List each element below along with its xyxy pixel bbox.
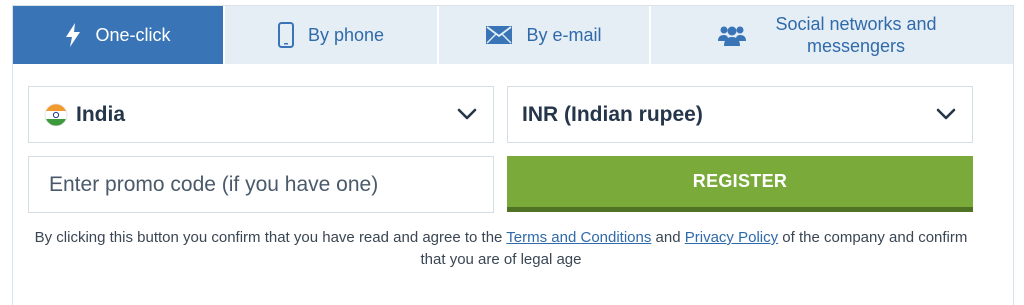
chevron-down-icon bbox=[936, 107, 956, 121]
india-flag-icon bbox=[44, 103, 68, 127]
phone-icon bbox=[277, 22, 294, 48]
tab-one-click[interactable]: One-click bbox=[13, 6, 225, 64]
privacy-link[interactable]: Privacy Policy bbox=[685, 229, 778, 246]
currency-value: INR (Indian rupee) bbox=[522, 102, 703, 126]
promo-code-input[interactable]: Enter promo code (if you have one) bbox=[28, 156, 494, 213]
registration-tabs: One-click By phone By e-mail Social netw… bbox=[13, 6, 1013, 64]
chevron-down-icon bbox=[457, 107, 477, 121]
tab-label: Social networks and messengers bbox=[775, 14, 937, 56]
lightning-icon bbox=[65, 23, 81, 47]
country-select[interactable]: India bbox=[28, 86, 494, 143]
country-value: India bbox=[76, 102, 126, 126]
notice-and: and bbox=[655, 229, 681, 246]
terms-link[interactable]: Terms and Conditions bbox=[506, 229, 651, 246]
tab-social-networks[interactable]: Social networks and messengers bbox=[651, 6, 1013, 64]
envelope-icon bbox=[486, 26, 513, 44]
notice-text-before: By clicking this button you confirm that… bbox=[34, 229, 503, 246]
currency-select[interactable]: INR (Indian rupee) bbox=[507, 86, 973, 143]
consent-notice: By clicking this button you confirm that… bbox=[28, 227, 974, 271]
tab-label: By e-mail bbox=[526, 24, 602, 45]
tab-label: By phone bbox=[307, 24, 385, 45]
register-button[interactable]: REGISTER bbox=[507, 156, 973, 212]
tab-by-phone[interactable]: By phone bbox=[225, 6, 439, 64]
tab-label: One-click bbox=[95, 24, 171, 45]
users-icon bbox=[718, 24, 746, 46]
tab-by-email[interactable]: By e-mail bbox=[439, 6, 651, 64]
promo-code-placeholder: Enter promo code (if you have one) bbox=[49, 172, 379, 196]
